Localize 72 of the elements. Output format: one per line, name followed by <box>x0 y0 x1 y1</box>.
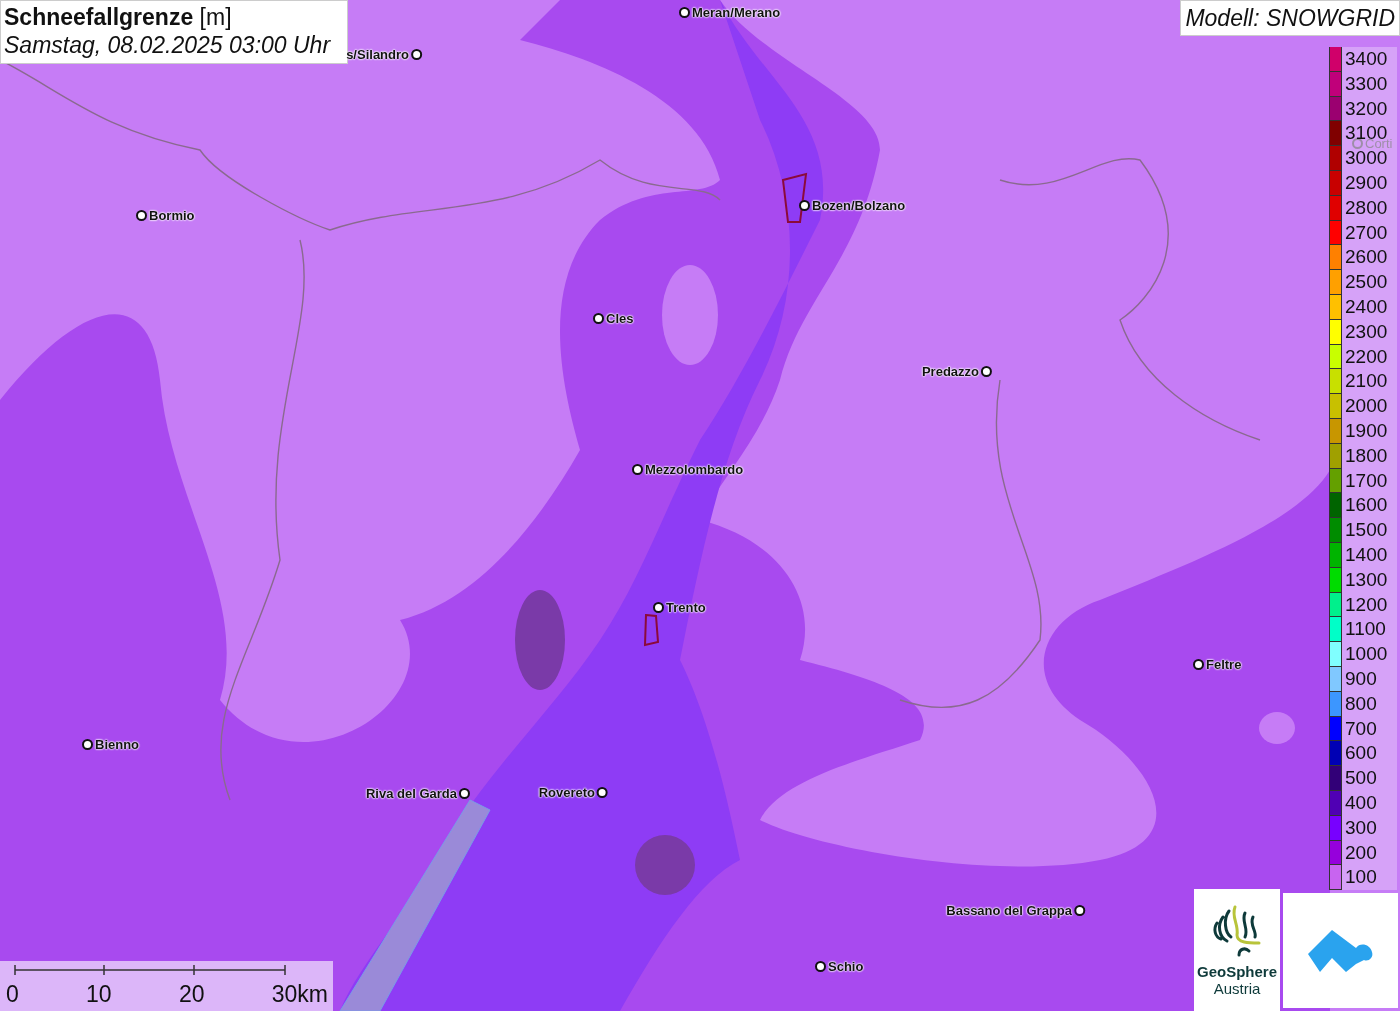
scale-label: 0 <box>6 981 19 1008</box>
model-label: Modell: SNOWGRID <box>1180 0 1400 36</box>
roof-cloud-logo-icon <box>1307 927 1374 974</box>
logo-name: GeoSphere <box>1197 963 1277 980</box>
legend-label: 700 <box>1342 716 1397 742</box>
legend-label: 3300 <box>1342 71 1397 97</box>
place-marker-icon <box>597 786 608 798</box>
legend-label: 400 <box>1342 790 1397 816</box>
place-marker-icon <box>1193 658 1204 670</box>
place-marker-icon <box>799 199 810 211</box>
place-marker-icon <box>1074 904 1085 916</box>
legend-label: 1800 <box>1342 443 1397 469</box>
legend-label: 1900 <box>1342 418 1397 444</box>
legend-label: 2000 <box>1342 394 1397 419</box>
legend-label: 3200 <box>1342 96 1397 122</box>
place-label: Rovereto <box>537 784 596 800</box>
place-marker-icon <box>653 601 664 613</box>
scale-label: 30km <box>271 981 328 1008</box>
legend-label: 200 <box>1342 840 1397 866</box>
map-timestamp: Samstag, 08.02.2025 03:00 Uhr <box>4 31 332 59</box>
place-marker-icon <box>136 209 147 221</box>
legend-label: 2200 <box>1342 344 1397 370</box>
place-label: Cles <box>605 310 635 326</box>
place-label: Predazzo <box>920 363 980 379</box>
legend-label: 1600 <box>1342 493 1397 519</box>
place-marker-icon <box>459 787 470 799</box>
scale-label: 20 <box>178 981 205 1008</box>
legend-label: 2400 <box>1342 294 1397 320</box>
place-label: Bienno <box>94 736 141 752</box>
place-label: Feltre <box>1205 656 1243 672</box>
legend-label: 900 <box>1342 666 1397 692</box>
place-marker-icon <box>1352 137 1363 149</box>
legend-label: 2500 <box>1342 270 1397 295</box>
place-label: Riva del Garda <box>364 785 458 801</box>
legend-label: 1200 <box>1342 592 1397 618</box>
legend-label: 1000 <box>1342 642 1397 667</box>
place-marker-icon <box>411 48 422 60</box>
legend-label: 1300 <box>1342 567 1397 593</box>
place-marker-icon <box>981 365 992 377</box>
legend-label: 2300 <box>1342 319 1397 345</box>
scale-bar-icon <box>14 965 286 977</box>
legend-label: 600 <box>1342 741 1397 767</box>
logo-subtitle: Austria <box>1213 980 1261 997</box>
place-label: Meran/Merano <box>691 4 782 20</box>
map-title: Schneefallgrenze [m] <box>4 3 233 31</box>
legend-label: 100 <box>1342 865 1397 891</box>
place-label: Bassano del Grappa <box>945 902 1073 918</box>
legend-label: 1500 <box>1342 518 1397 543</box>
legend-label: 2100 <box>1342 369 1397 395</box>
place-label: Bozen/Bolzano <box>811 197 907 213</box>
place-label: Mezzolombardo <box>644 461 745 477</box>
scale-label: 10 <box>86 981 112 1008</box>
place-marker-icon <box>679 6 690 18</box>
place-label: s/Silandro <box>345 46 410 62</box>
place-marker-icon <box>815 960 826 972</box>
legend-label: 2900 <box>1342 171 1397 196</box>
place-label: Schio <box>827 958 865 974</box>
place-marker-icon <box>82 738 93 750</box>
legend-label: 2600 <box>1342 245 1397 271</box>
legend-label: 3400 <box>1342 47 1397 72</box>
legend-label: 500 <box>1342 766 1397 791</box>
place-label: Bormio <box>148 207 196 223</box>
legend-label: 1100 <box>1342 617 1397 643</box>
place-marker-icon <box>593 312 604 324</box>
legend-label: 2700 <box>1342 220 1397 246</box>
legend-label: 1700 <box>1342 468 1397 494</box>
legend-label: 800 <box>1342 691 1397 717</box>
legend-label: 2800 <box>1342 195 1397 221</box>
place-marker-icon <box>632 463 643 475</box>
legend-label: 1400 <box>1342 542 1397 568</box>
place-label: Trento <box>665 599 707 615</box>
legend-label: 300 <box>1342 815 1397 841</box>
